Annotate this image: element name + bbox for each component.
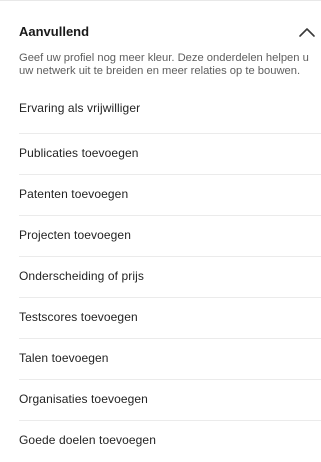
list-item-label: Goede doelen toevoegen [19,433,156,447]
list-item-causes[interactable]: Goede doelen toevoegen [0,421,321,462]
list-item-organizations[interactable]: Organisaties toevoegen [0,380,321,421]
list-item-label: Ervaring als vrijwilliger [19,101,141,115]
list-item-label: Onderscheiding of prijs [19,269,145,283]
add-section-list: Ervaring als vrijwilliger Publicaties to… [0,93,321,462]
list-item-label: Projecten toevoegen [19,228,131,242]
collapse-section-button[interactable] [296,22,318,44]
list-item-projects[interactable]: Projecten toevoegen [0,216,321,257]
list-item-label: Testscores toevoegen [19,310,138,324]
section-header[interactable]: Aanvullend [0,0,321,52]
chevron-up-icon [299,28,315,37]
list-item-volunteer-experience[interactable]: Ervaring als vrijwilliger [0,93,321,134]
list-item-label: Organisaties toevoegen [19,392,148,406]
section-description: Geef uw profiel nog meer kleur. Deze ond… [19,52,309,77]
list-item-patents[interactable]: Patenten toevoegen [0,175,321,216]
profile-section-page: { "section": { "title": "Aanvullend", "d… [0,0,321,450]
list-item-publications[interactable]: Publicaties toevoegen [0,134,321,175]
section-title: Aanvullend [19,24,90,39]
list-item-label: Publicaties toevoegen [19,146,139,160]
list-item-honors-awards[interactable]: Onderscheiding of prijs [0,257,321,298]
list-item-label: Patenten toevoegen [19,187,129,201]
list-item-languages[interactable]: Talen toevoegen [0,339,321,380]
list-item-label: Talen toevoegen [19,351,109,365]
list-item-test-scores[interactable]: Testscores toevoegen [0,298,321,339]
